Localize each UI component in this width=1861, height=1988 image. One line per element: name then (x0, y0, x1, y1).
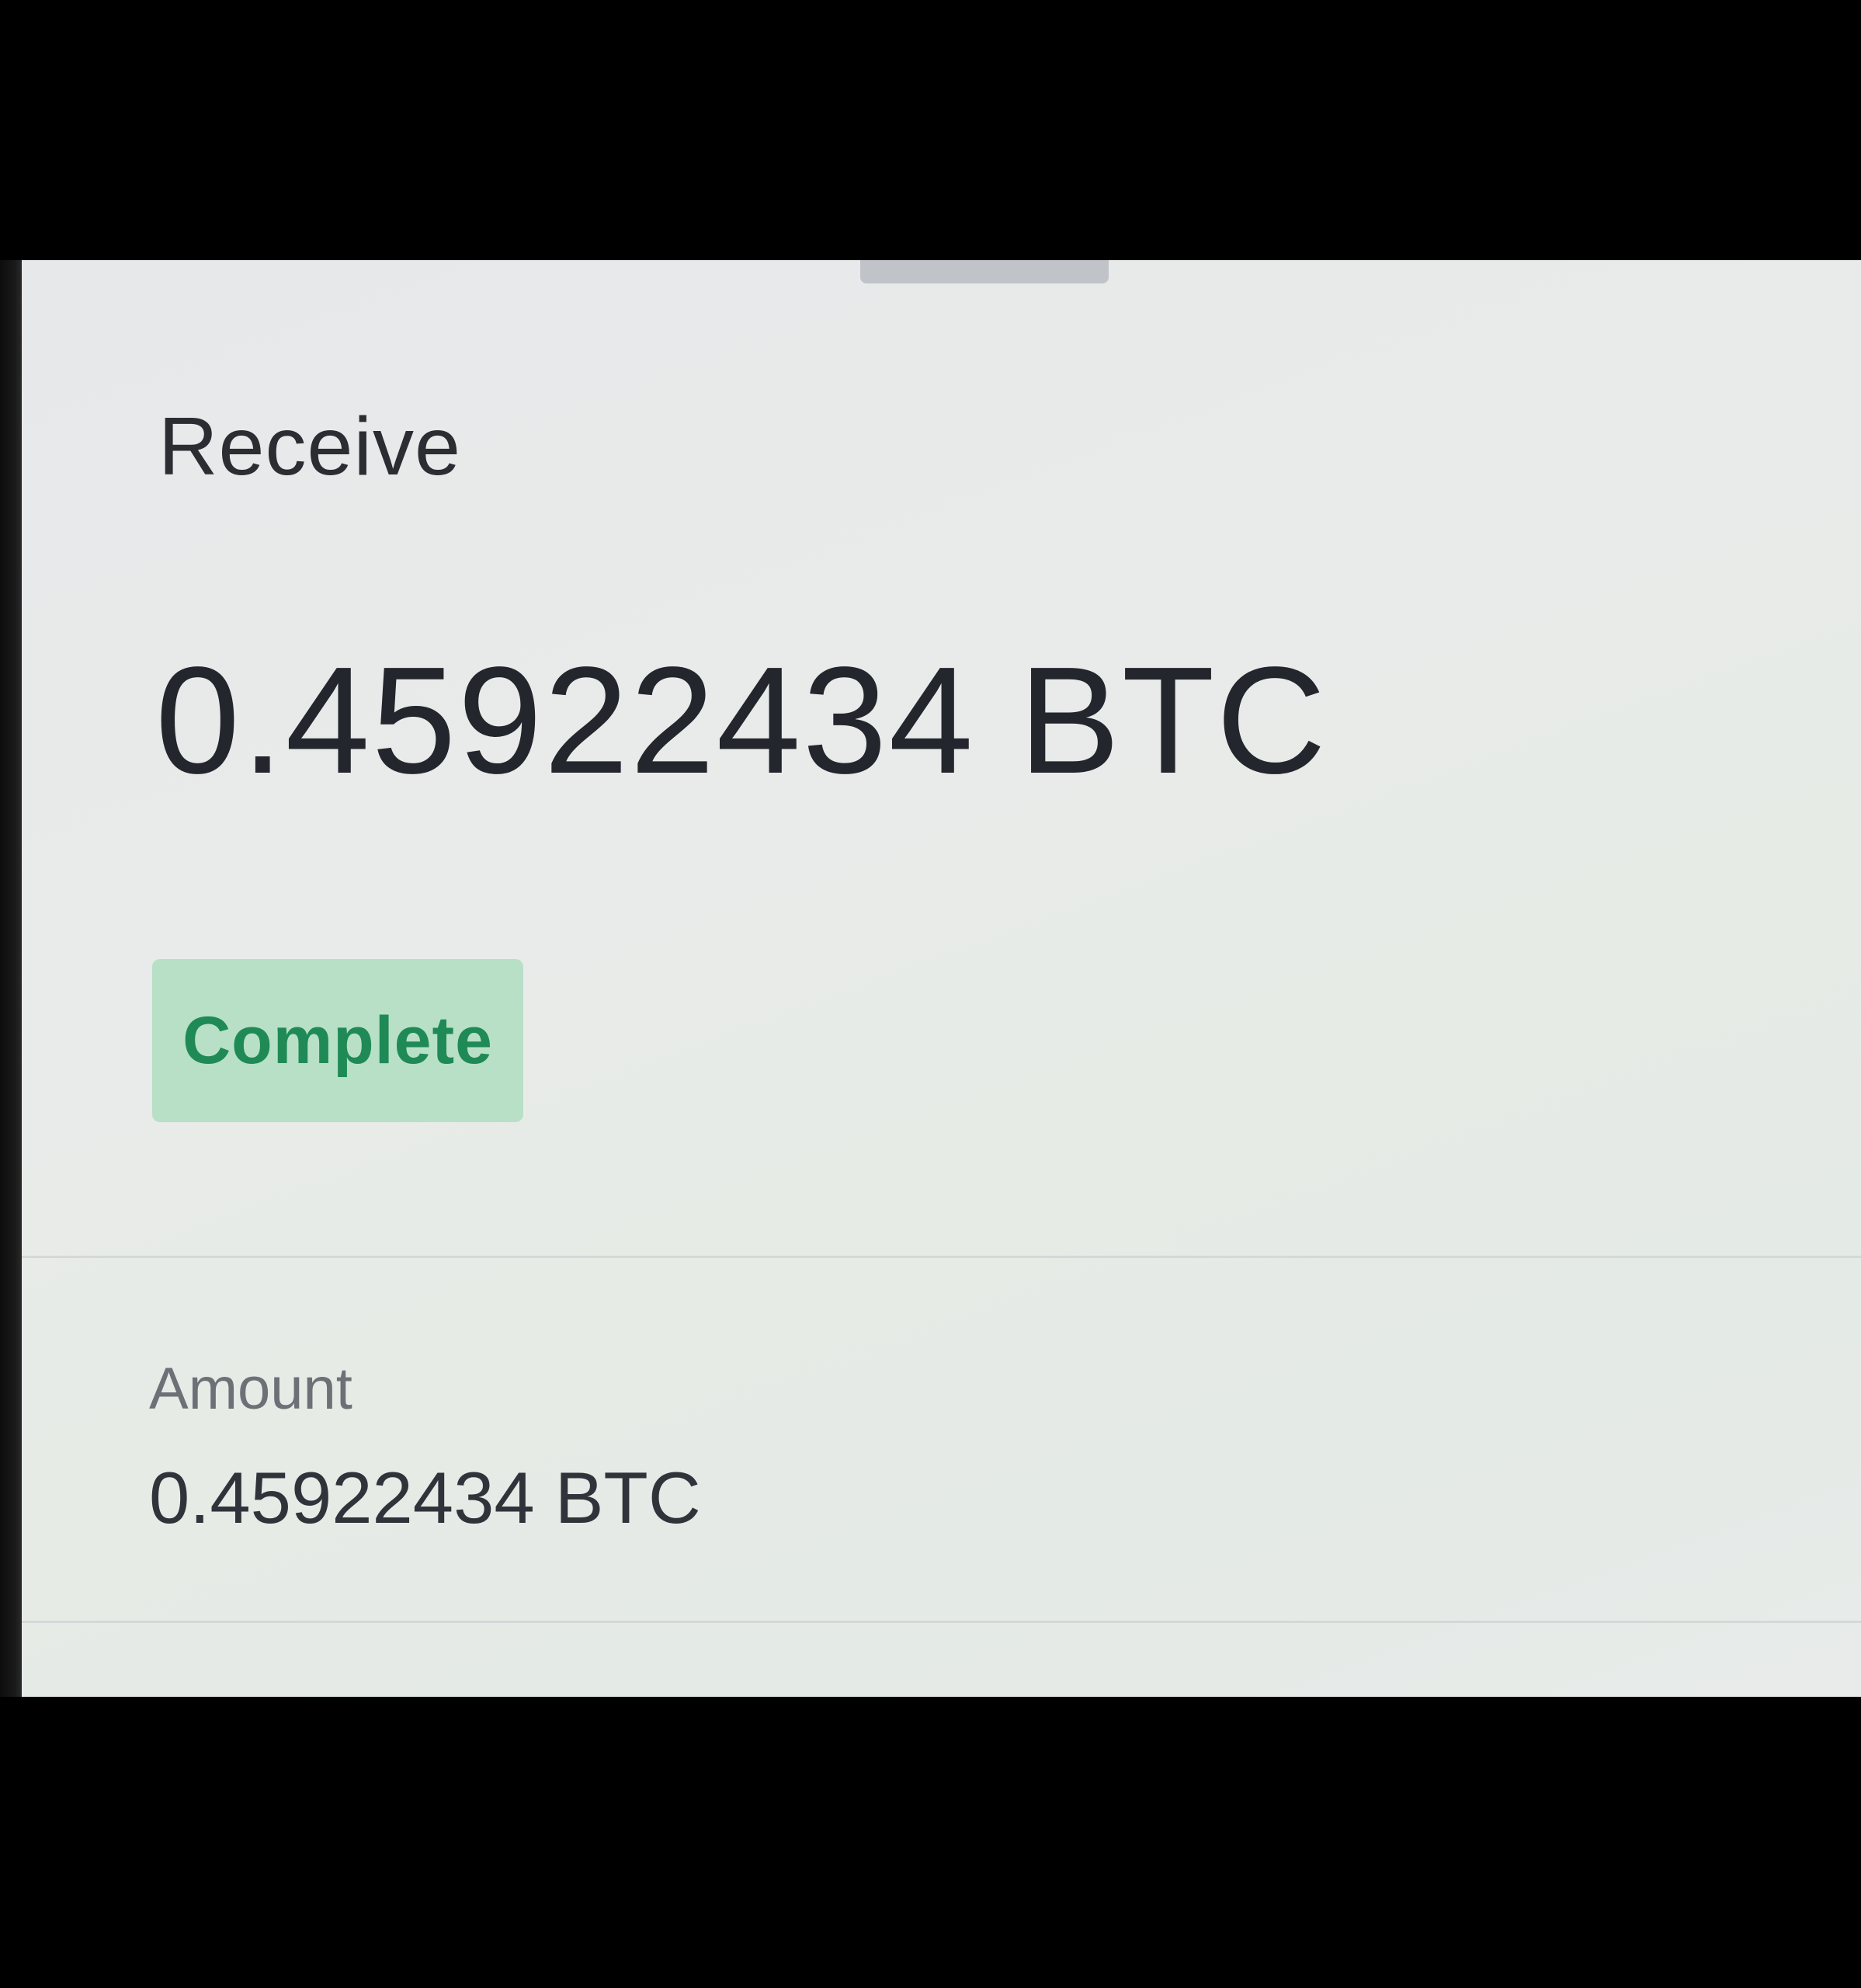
amount-field-value: 0.45922434 BTC (149, 1457, 701, 1538)
status-badge-label: Complete (182, 1003, 493, 1078)
letterbox-top (0, 0, 1861, 260)
divider (22, 1621, 1861, 1623)
device-bezel (0, 260, 22, 1697)
status-badge: Complete (152, 959, 523, 1122)
sheet-grabber-handle[interactable] (860, 260, 1109, 283)
receive-sheet: Receive 0.45922434 BTC Complete Amount 0… (22, 260, 1861, 1697)
divider (22, 1256, 1861, 1258)
letterbox-bottom (0, 1697, 1861, 1988)
transaction-amount: 0.45922434 BTC (155, 635, 1328, 805)
amount-field-label: Amount (149, 1356, 352, 1422)
page-title: Receive (158, 401, 461, 492)
